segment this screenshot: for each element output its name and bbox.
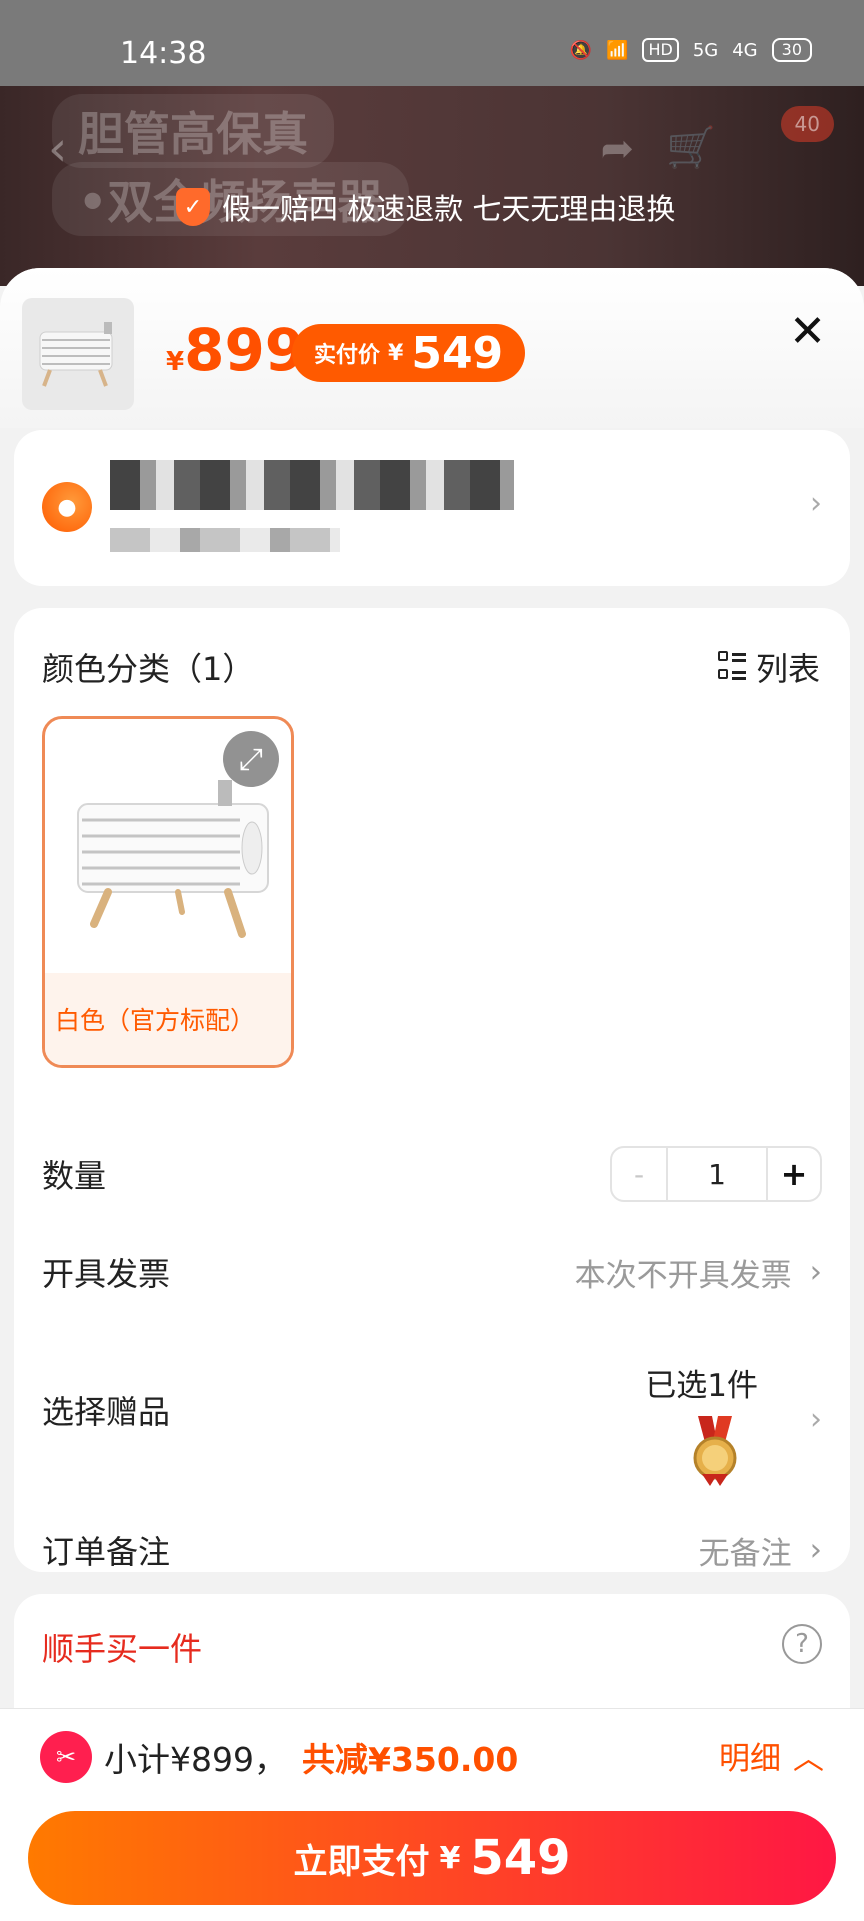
chevron-right-icon: › (809, 1254, 822, 1290)
redacted-address-detail (110, 528, 340, 552)
shield-check-icon: ✓ (176, 188, 210, 226)
actual-pay-amount: 549 (411, 327, 504, 379)
product-backdrop: ‹ 胆管高保真 •双全频扬声器 ➦ 🛒 40 ✓ 假一赔四 极速退款 七天无理由… (0, 86, 864, 286)
increment-button[interactable]: + (768, 1148, 820, 1200)
option-label: 白色（官方标配） (45, 973, 291, 1065)
gift-count: 已选1件 (645, 1368, 758, 1404)
addon-title: 顺手买一件 (42, 1630, 203, 1668)
currency-symbol: ¥ (166, 347, 185, 377)
note-label: 订单备注 (42, 1533, 171, 1571)
close-icon[interactable]: ✕ (789, 310, 826, 354)
signal-4g-icon: 4G (732, 39, 758, 61)
cart-badge: 40 (780, 106, 834, 142)
product-thumbnail[interactable] (22, 298, 134, 410)
price-value: 899 (184, 316, 306, 384)
guarantee-text: 假一赔四 极速退款 七天无理由退换 (222, 192, 676, 226)
invoice-row[interactable]: 开具发票 本次不开具发票 › (42, 1242, 822, 1302)
note-value-wrap: 无备注 › (699, 1528, 822, 1573)
battery-icon: 30 (771, 38, 812, 62)
pay-now-currency: ¥ (439, 1840, 461, 1876)
note-value: 无备注 (698, 1535, 792, 1572)
speaker-cabinet-image (39, 322, 113, 387)
status-bar: 14:38 🔕 📶 HD 5G 4G 30 (0, 0, 864, 86)
detail-label: 明细 (719, 1741, 781, 1777)
status-icons: 🔕 📶 HD 5G 4G 30 (570, 38, 812, 62)
quantity-value[interactable]: 1 (666, 1148, 768, 1200)
wifi-icon: 📶 (606, 39, 629, 61)
share-icon: ➦ (600, 126, 634, 172)
cart-icon: 🛒 (666, 125, 716, 171)
pay-now-button[interactable]: 立即支付 ¥ 549 (28, 1811, 836, 1905)
list-view-label: 列表 (755, 650, 820, 688)
status-time: 14:38 (120, 36, 207, 71)
color-category-title: 颜色分类（1） (42, 650, 255, 688)
guarantee-bar: ✓ 假一赔四 极速退款 七天无理由退换 (176, 186, 675, 228)
chevron-right-icon: › (810, 1402, 822, 1437)
actual-pay-badge: 实付价 ¥ 549 (292, 324, 526, 382)
quantity-row: 数量 - 1 + (42, 1144, 822, 1204)
pay-now-label: 立即支付 (293, 1841, 430, 1882)
color-option-white[interactable]: ⤢ 白色（官方标配） (42, 716, 294, 1068)
list-view-icon (717, 651, 748, 683)
sku-sheet: ¥899 实付价 ¥ 549 ✕ ● › 颜色分类（1） 列表 ⤢ 白色（官方标… (0, 268, 864, 1921)
invoice-value-wrap: 本次不开具发票 › (575, 1250, 822, 1295)
address-card[interactable]: ● › (14, 430, 850, 586)
help-icon[interactable]: ? (782, 1624, 822, 1664)
invoice-label: 开具发票 (42, 1255, 171, 1293)
warranty-medal-icon (693, 1416, 737, 1486)
pay-now-amount: 549 (470, 1830, 571, 1886)
checkout-bar: ✂ 小计¥899， 共减¥350.00 明细 ︿ 立即支付 ¥ 549 (0, 1708, 864, 1921)
location-pin-icon: ● (42, 482, 92, 532)
chevron-up-icon: ︿ (793, 1741, 824, 1777)
invoice-value: 本次不开具发票 (574, 1257, 792, 1294)
backdrop-line-1: 胆管高保真 (52, 94, 334, 168)
quantity-stepper[interactable]: - 1 + (610, 1146, 822, 1202)
signal-5g-icon: 5G (692, 39, 719, 61)
expand-icon[interactable]: ⤢ (223, 731, 279, 787)
chevron-right-icon: › (810, 486, 822, 521)
list-view-toggle[interactable]: 列表 (717, 644, 820, 690)
chevron-right-icon: › (809, 1532, 822, 1568)
gift-label: 选择赠品 (42, 1393, 171, 1431)
actual-pay-currency: ¥ (388, 340, 404, 366)
redacted-address-line (110, 460, 514, 510)
actual-pay-label: 实付价 (314, 343, 381, 368)
coupon-ticket-icon: ✂ (40, 1731, 92, 1783)
gift-selection[interactable]: 已选1件 › (602, 1360, 822, 1486)
original-price: ¥899 (166, 316, 305, 384)
mute-bell-icon: 🔕 (569, 39, 593, 61)
options-card: 颜色分类（1） 列表 ⤢ 白色（官方标配） 数量 - 1 + 开具发票 本次不开… (14, 608, 850, 1572)
decrement-button[interactable]: - (612, 1148, 666, 1200)
hd-icon: HD (642, 38, 679, 62)
quantity-label: 数量 (42, 1157, 107, 1195)
detail-toggle[interactable]: 明细 ︿ (719, 1733, 824, 1778)
total-discount: 共减¥350.00 (302, 1740, 519, 1779)
note-row[interactable]: 订单备注 无备注 › (42, 1520, 822, 1580)
subtotal-text: 小计¥899， (104, 1740, 287, 1779)
sheet-header: ¥899 实付价 ¥ 549 ✕ (0, 268, 864, 428)
